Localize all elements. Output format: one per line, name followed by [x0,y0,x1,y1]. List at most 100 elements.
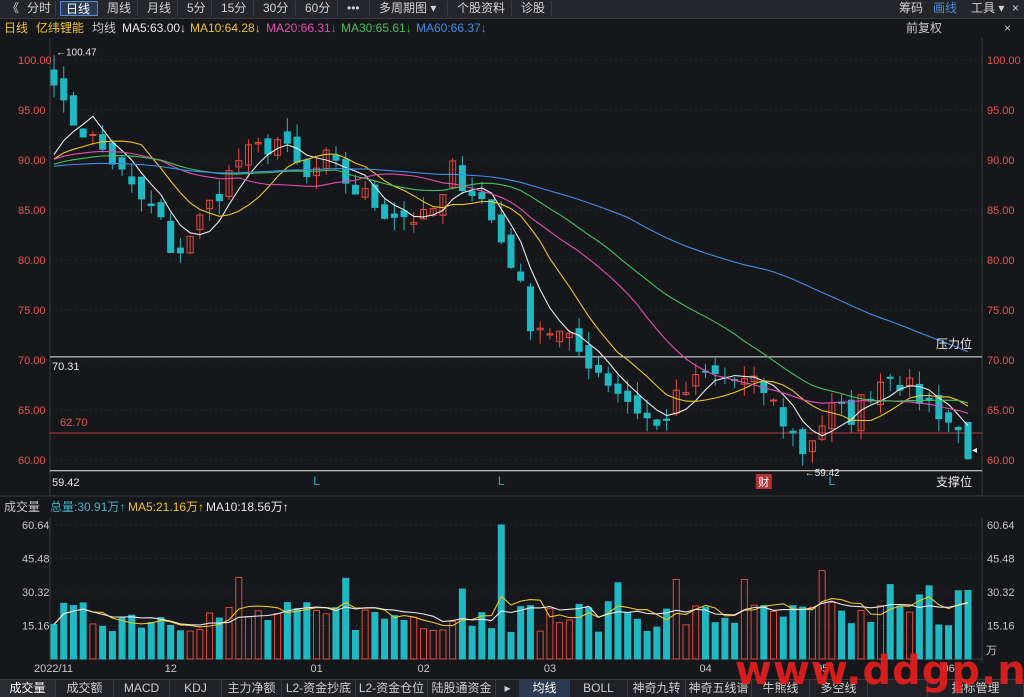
tab-td9[interactable]: 神奇九转 [628,680,686,697]
tab-volume[interactable]: 成交量 [0,680,56,697]
volume-bar [196,629,204,660]
date-tick: 2022/11 [34,663,73,675]
price-tick-left: 80.00 [18,255,46,267]
volume-bar [624,612,632,660]
candle-body [818,425,826,440]
volume-bar [390,615,398,660]
candle-body [206,199,214,210]
price-tick-left: 60.00 [18,455,46,467]
candle-body [964,421,972,460]
volume-bar [137,627,146,660]
tab-l2-position[interactable]: L2-资金仓位 [356,680,428,697]
candle-body [478,192,486,200]
volume-bar [206,612,214,660]
candle-body [614,383,622,394]
volume-bar [381,618,389,660]
price-tick-right: 95.00 [987,105,1015,117]
multi-period-dropdown[interactable]: 多周期图 ▾ [374,1,448,16]
tab-ma-overlay[interactable]: 均线 [520,680,570,697]
finance-badge: 财 [758,475,769,489]
price-tick-left: 100.00 [18,55,52,67]
price-tick-right: 65.00 [987,405,1015,417]
date-tick: 12 [165,663,177,675]
volume-bar [614,582,622,660]
ma-line-ma60 [53,162,969,353]
candle-body [488,199,496,221]
candle-body [526,286,534,332]
volume-bar [721,617,729,660]
volume-bar [468,625,476,660]
candle-body [60,78,68,101]
candle-body [711,365,719,374]
close-icon[interactable]: × [1004,19,1011,37]
candle-body [293,136,301,163]
tab-macd[interactable]: MACD [114,680,170,697]
candle-body [351,184,359,195]
volume-bar [147,621,155,660]
candle-body [731,379,739,382]
tab-boll[interactable]: BOLL [570,680,628,697]
tab-weekly[interactable]: 周线 [102,1,138,16]
volume-bar [176,630,184,660]
candle-body [643,412,651,419]
tab-intraday[interactable]: 分时 [22,1,56,16]
tab-60min[interactable]: 60分 [300,1,338,16]
tab-l2-bottom[interactable]: L2-资金抄底 [282,680,356,697]
tabs-scroll-right[interactable]: ▸ [496,680,520,697]
tab-daily[interactable]: 日线 [60,1,98,16]
back-icon[interactable]: 《 [2,1,20,16]
stock-name: 亿纬锂能 [36,21,85,35]
volume-bar [458,588,466,660]
ma60-readout: MA60:66.37↓ [416,21,487,35]
candle-body [663,418,671,421]
close-icon[interactable]: × [1010,1,1024,16]
candle-body [701,370,709,373]
candle-body [604,373,612,386]
draw-line-button[interactable]: 画线 [928,1,962,16]
volume-bar [575,603,583,660]
ma-settings-label[interactable]: 均线 [92,19,116,37]
tab-northbound[interactable]: 陆股通资金 [428,680,496,697]
diagnose-button[interactable]: 诊股 [516,1,552,16]
candle-body [886,376,894,379]
more-periods-button[interactable]: ••• [342,1,370,16]
candle-body [419,209,428,220]
stock-profile-button[interactable]: 个股资料 [452,1,512,16]
vol-tick-right: 45.48 [987,554,1015,566]
candle-body [128,176,136,185]
tab-monthly[interactable]: 月线 [142,1,178,16]
tab-turnover[interactable]: 成交额 [56,680,114,697]
volume-bar [283,602,291,660]
candle-body [108,142,116,165]
volume-bar [274,613,282,660]
adjust-mode-label[interactable]: 前复权 [906,19,942,37]
kline-chart[interactable]: 100.00 100.00 95.00 95.00 90.00 90.00 85.00 85.… [0,0,1024,696]
candle-body [50,69,58,86]
volume-bar [244,616,252,660]
tab-15min[interactable]: 15分 [216,1,254,16]
candle-body [186,235,194,254]
price-tick-left: 95.00 [18,105,46,117]
ma5-readout: MA5:63.00↓ [122,21,187,35]
candle-body [556,330,564,343]
candle-body [653,419,661,426]
vol-tick-left: 15.16 [22,621,50,633]
tab-main-net[interactable]: 主力净额 [222,680,282,697]
candle-body [137,176,146,200]
tab-kdj[interactable]: KDJ [170,680,222,697]
date-tick: 02 [417,663,429,675]
candle-body [225,170,233,197]
volume-bar [254,610,262,660]
price-tick-left: 65.00 [18,405,46,417]
ma-lines [53,115,969,437]
tools-dropdown[interactable]: 工具 ▾ [966,1,1010,16]
stop-value: 62.70 [60,417,88,429]
ma30-readout: MA30:65.61↓ [341,21,412,35]
tab-5min[interactable]: 5分 [182,1,212,16]
chips-button[interactable]: 筹码 [894,1,928,16]
vol-tick-right: 30.32 [987,587,1015,599]
tab-30min[interactable]: 30分 [258,1,296,16]
candle-body [536,327,544,331]
volume-bar [497,524,505,660]
volume-bar [108,631,116,660]
